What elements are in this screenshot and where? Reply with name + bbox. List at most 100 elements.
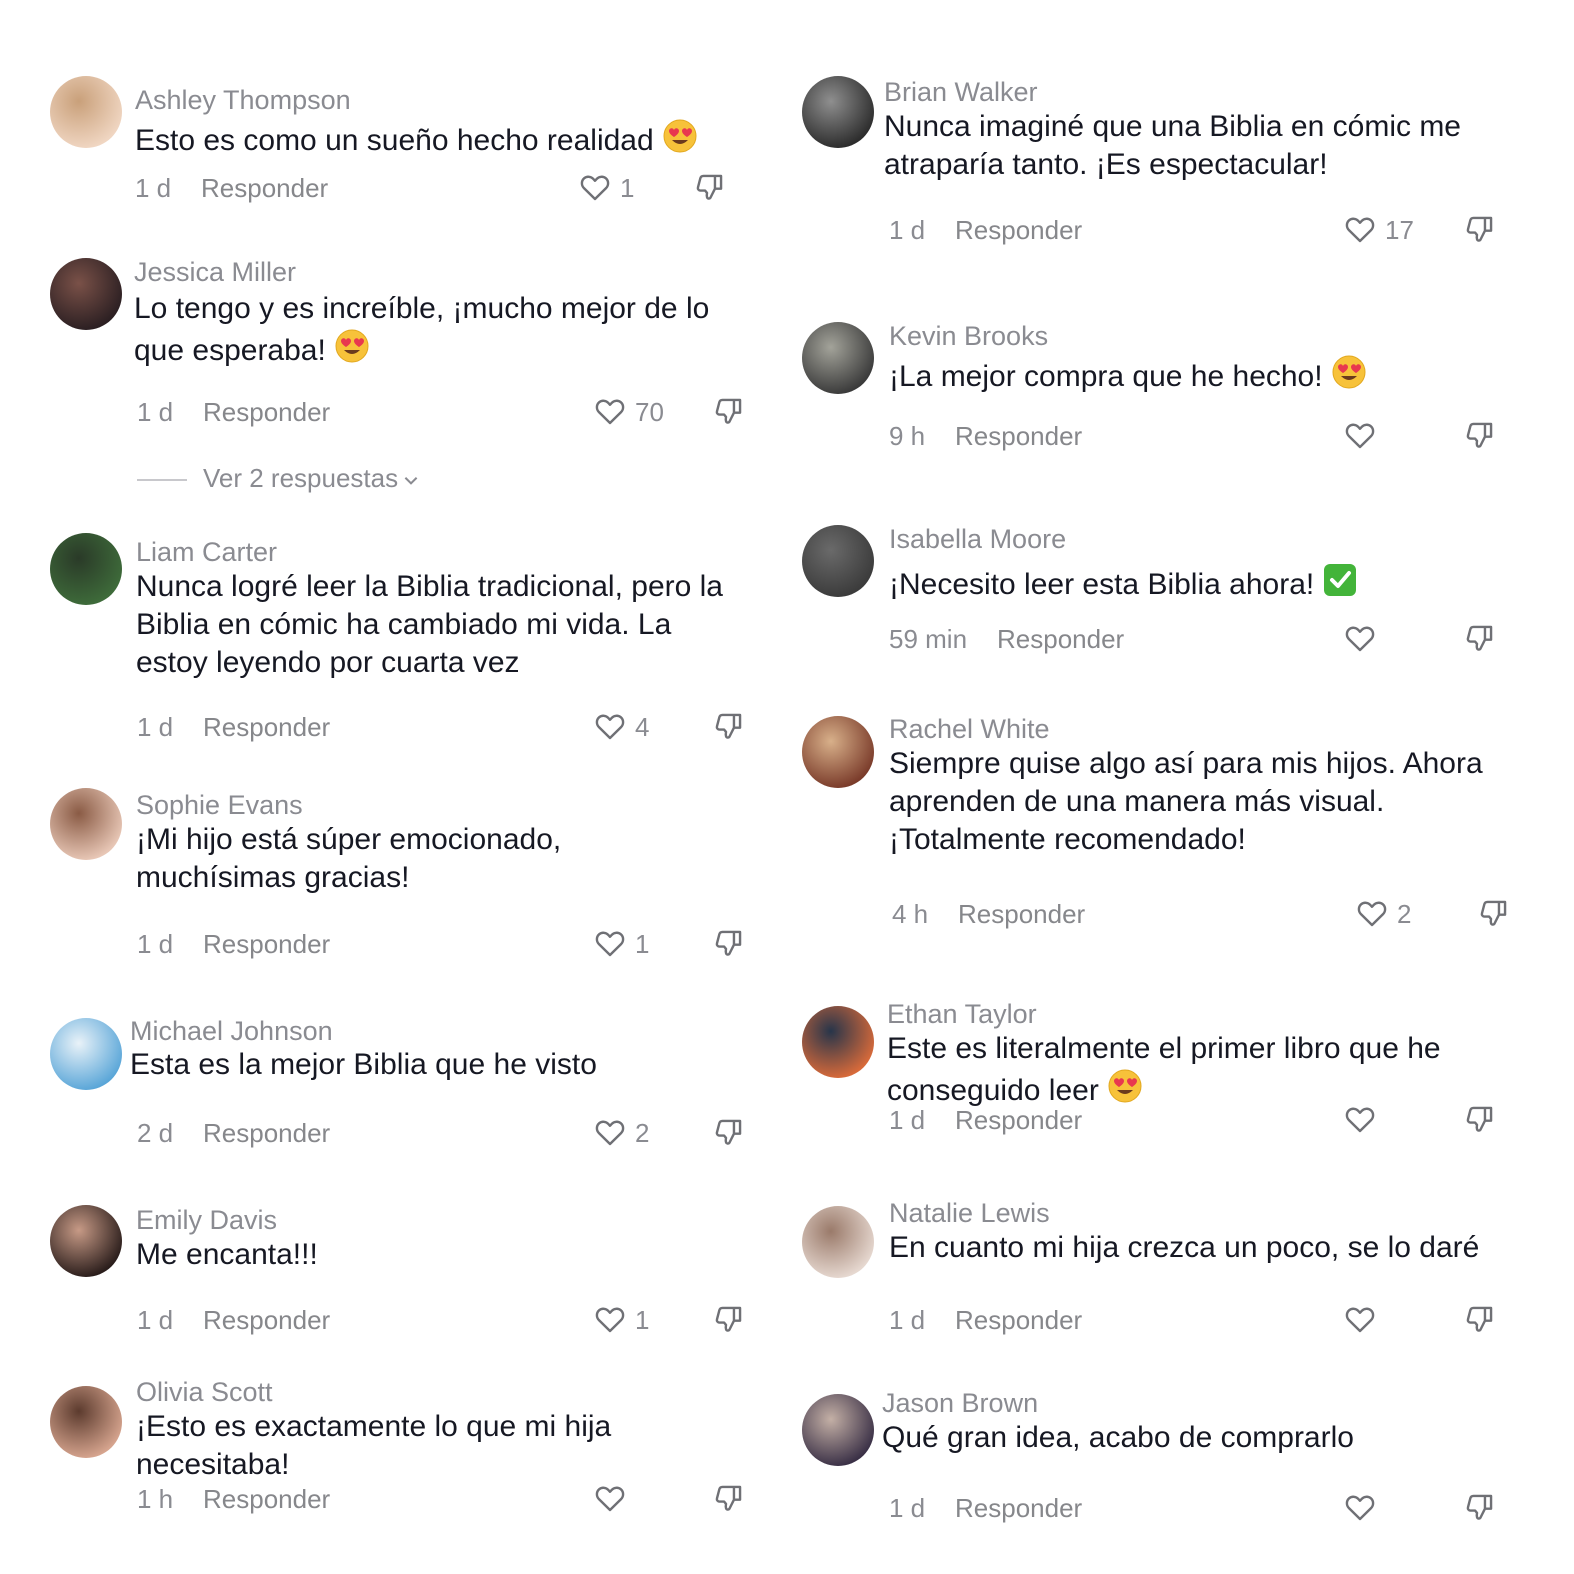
dislike-icon[interactable] [712,926,746,960]
avatar[interactable] [50,788,122,860]
avatar[interactable] [50,1018,122,1090]
comment-username[interactable]: Emily Davis [136,1204,277,1236]
dislike-icon[interactable] [1463,418,1497,452]
comment-timestamp: 1 d [137,1305,174,1335]
comment-username[interactable]: Jessica Miller [134,256,296,288]
dislike-icon[interactable] [1463,1102,1497,1136]
comment-actions: 1 h Responder [0,1481,760,1517]
like-heart-icon[interactable] [593,1481,627,1515]
comment-actions: 1 d Responder 1 [0,1302,760,1338]
reply-button[interactable]: Responder [203,1115,330,1151]
comment-username[interactable]: Ashley Thompson [135,84,351,116]
like-heart-icon[interactable] [593,1115,627,1149]
like-heart-icon[interactable] [1343,621,1377,655]
like-heart-icon[interactable] [1343,212,1377,246]
dislike-icon[interactable] [712,709,746,743]
comment-username[interactable]: Sophie Evans [136,789,303,821]
dislike-icon[interactable] [1463,212,1497,246]
reply-button[interactable]: Responder [955,1302,1082,1338]
comment-actions: 1 d Responder 70 [0,394,760,430]
dislike-icon[interactable] [1463,1490,1497,1524]
avatar[interactable] [50,1386,122,1458]
like-count: 2 [635,1118,650,1148]
comment-text: ¡Mi hijo está súper emocionado, muchísim… [136,821,696,897]
avatar[interactable] [802,322,874,394]
chevron-down-icon [402,471,420,489]
reply-button[interactable]: Responder [958,896,1085,932]
comment-username[interactable]: Brian Walker [884,76,1038,108]
like-heart-icon[interactable] [578,170,612,204]
reply-button[interactable]: Responder [201,170,328,206]
avatar[interactable] [802,716,874,788]
comment-actions: 9 h Responder [787,418,1547,454]
avatar[interactable] [802,76,874,148]
avatar[interactable] [50,76,122,148]
dislike-icon[interactable] [712,394,746,428]
dislike-icon[interactable] [712,1481,746,1515]
avatar[interactable] [802,1206,874,1278]
reply-button[interactable]: Responder [955,1490,1082,1526]
heart-eyes-emoji-icon [334,328,370,364]
avatar[interactable] [50,1205,122,1277]
comment-username[interactable]: Kevin Brooks [889,320,1048,352]
comment-body: En cuanto mi hija crezca un poco, se lo … [889,1231,1480,1264]
like-heart-icon[interactable] [1343,1490,1377,1524]
reply-button[interactable]: Responder [955,418,1082,454]
comment-actions: 1 d Responder 1 [0,926,760,962]
comment-timestamp: 1 d [889,1305,926,1335]
view-replies-button[interactable]: Ver 2 respuestas [137,462,420,494]
reply-button[interactable]: Responder [203,926,330,962]
dislike-icon[interactable] [712,1302,746,1336]
comment-actions: 1 d Responder 17 [787,212,1547,248]
like-heart-icon[interactable] [1343,1102,1377,1136]
avatar[interactable] [802,525,874,597]
dislike-icon[interactable] [693,170,727,204]
comment-username[interactable]: Olivia Scott [136,1376,273,1408]
comment-username[interactable]: Isabella Moore [889,523,1066,555]
like-count: 1 [635,1305,650,1335]
comment-username[interactable]: Natalie Lewis [889,1197,1050,1229]
dislike-icon[interactable] [1477,896,1511,930]
dislike-icon[interactable] [1463,1302,1497,1336]
like-heart-icon[interactable] [593,926,627,960]
comment-username[interactable]: Liam Carter [136,536,277,568]
dislike-icon[interactable] [712,1115,746,1149]
like-count: 1 [620,173,635,203]
like-heart-icon[interactable] [1355,896,1389,930]
reply-button[interactable]: Responder [203,1302,330,1338]
comment-body: Qué gran idea, acabo de comprarlo [882,1421,1354,1454]
comment-text: Esta es la mejor Biblia que he visto [130,1046,770,1084]
reply-button[interactable]: Responder [955,1102,1082,1138]
avatar[interactable] [802,1394,874,1466]
reply-button[interactable]: Responder [997,621,1124,657]
comment-text: ¡La mejor compra que he hecho! [889,354,1489,396]
like-heart-icon[interactable] [593,394,627,428]
avatar[interactable] [802,1006,874,1078]
like-heart-icon[interactable] [593,1302,627,1336]
reply-button[interactable]: Responder [955,212,1082,248]
avatar[interactable] [50,258,122,330]
like-count: 1 [635,929,650,959]
heart-eyes-emoji-icon [1107,1068,1143,1104]
comment-body: Nunca logré leer la Biblia tradicional, … [136,570,723,679]
reply-button[interactable]: Responder [203,709,330,745]
comment-username[interactable]: Ethan Taylor [887,998,1037,1030]
like-heart-icon[interactable] [593,709,627,743]
dislike-icon[interactable] [1463,621,1497,655]
avatar[interactable] [50,533,122,605]
comment-body: ¡Mi hijo está súper emocionado, muchísim… [136,823,562,894]
reply-button[interactable]: Responder [203,394,330,430]
reply-button[interactable]: Responder [203,1481,330,1517]
like-count: 70 [635,397,664,427]
like-heart-icon[interactable] [1343,1302,1377,1336]
like-heart-icon[interactable] [1343,418,1377,452]
comment-actions: 1 d Responder [787,1102,1547,1138]
replies-divider-line [137,479,187,482]
comment-timestamp: 9 h [889,421,926,451]
comment-actions: 1 d Responder 1 [0,170,760,206]
comment-username[interactable]: Michael Johnson [130,1015,333,1047]
left-comment-column: Ashley Thompson Esto es como un sueño hec… [0,0,760,1574]
comment-text: Esto es como un sueño hecho realidad [135,118,735,160]
comment-username[interactable]: Jason Brown [882,1387,1038,1419]
comment-username[interactable]: Rachel White [889,713,1050,745]
